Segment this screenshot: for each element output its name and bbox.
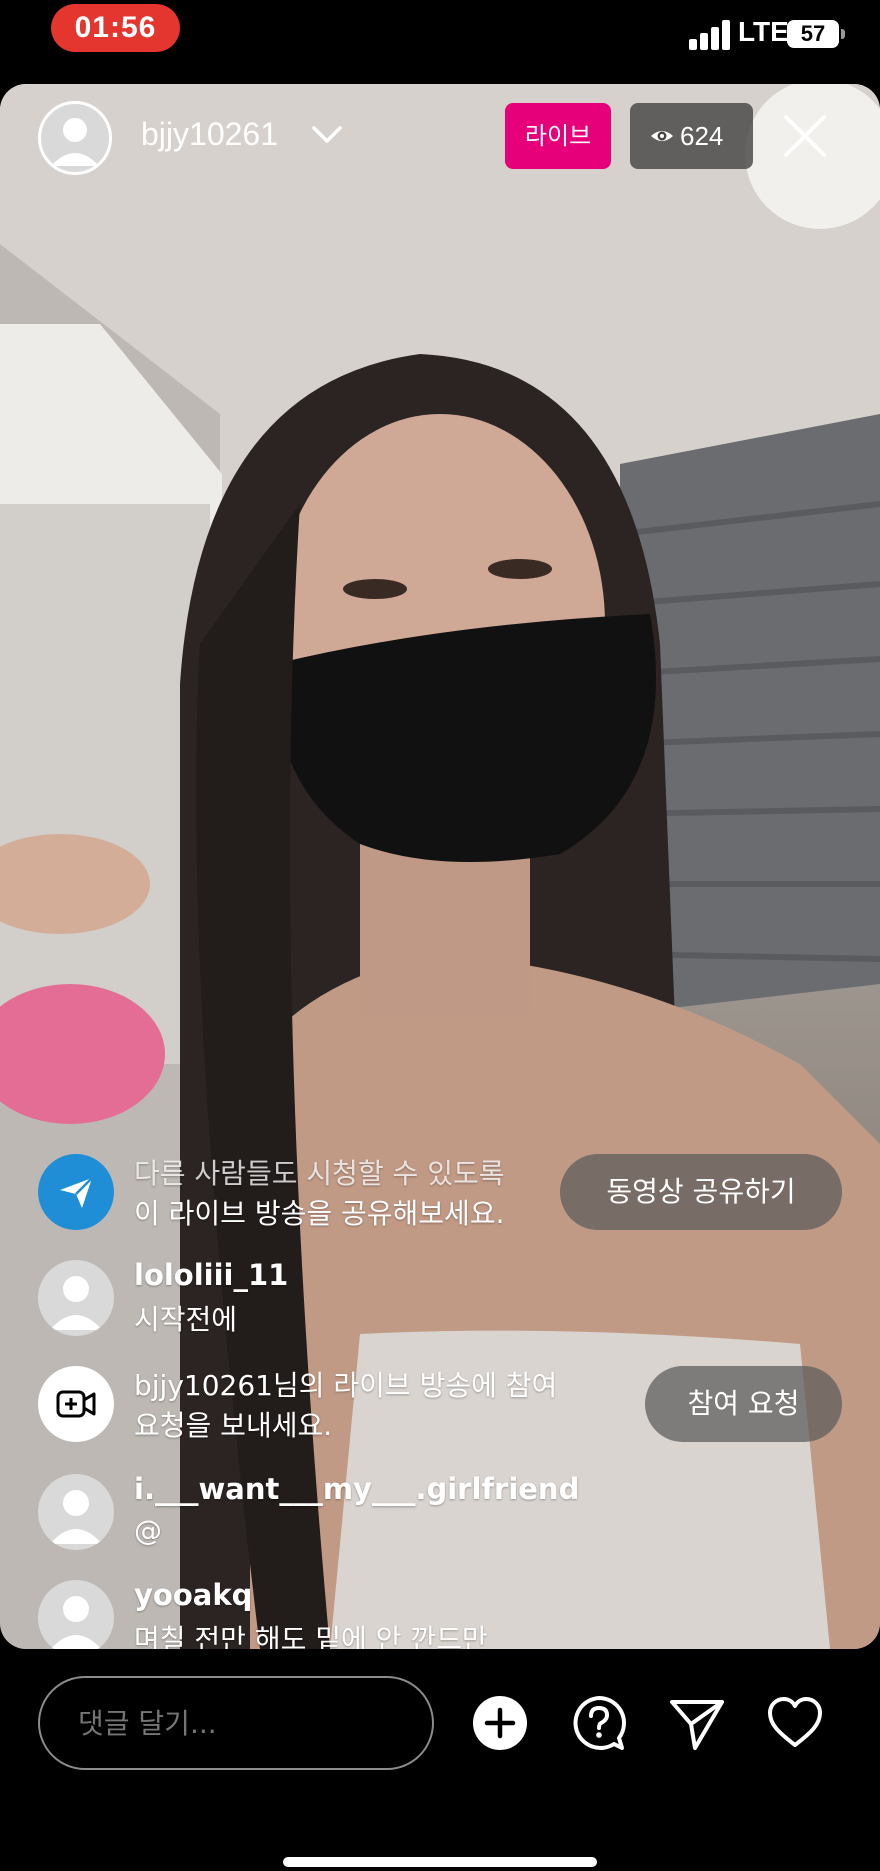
paper-plane-icon[interactable] — [668, 1694, 726, 1752]
comment-avatar[interactable] — [38, 1580, 114, 1650]
chevron-down-icon[interactable] — [311, 124, 343, 146]
close-icon[interactable] — [782, 113, 828, 159]
video-camera-add-icon — [56, 1390, 96, 1418]
heart-icon[interactable] — [766, 1694, 824, 1752]
share-prompt-line1: 다른 사람들도 시청할 수 있도록 — [134, 1157, 505, 1190]
comment-username[interactable]: i.___want___my___.girlfriend — [134, 1472, 579, 1506]
comment-text: 시작전에 — [134, 1303, 238, 1336]
join-prompt: bjjy10261님의 라이브 방송에 참여 요청을 보내세요. 참여 요청 — [0, 1366, 880, 1446]
viewer-count: 624 — [680, 121, 724, 151]
status-bar: 01:56 LTE 57 — [0, 0, 880, 80]
eye-icon — [651, 131, 673, 142]
share-video-button[interactable]: 동영상 공유하기 — [560, 1154, 842, 1230]
question-bubble-icon[interactable] — [570, 1694, 628, 1752]
comment-item: i.___want___my___.girlfriend @ — [0, 1472, 880, 1554]
comment-item: lololiii_11 시작전에 — [0, 1258, 880, 1340]
comment-avatar[interactable] — [38, 1474, 114, 1550]
comment-input[interactable] — [38, 1676, 434, 1770]
home-indicator[interactable] — [283, 1857, 597, 1867]
host-avatar[interactable] — [38, 101, 112, 175]
status-time: 01:56 — [51, 4, 180, 52]
battery-icon: 57 — [787, 20, 839, 48]
network-type: LTE — [738, 16, 789, 47]
host-username[interactable]: bjjy10261 — [141, 116, 278, 153]
join-prompt-line1: bjjy10261님의 라이브 방송에 참여 — [134, 1369, 558, 1402]
comment-text: 며칠 전만 해도 밑에 안 깐드만 — [134, 1623, 488, 1650]
comment-text: @ — [134, 1514, 162, 1547]
comment-avatar[interactable] — [38, 1260, 114, 1336]
battery-nub — [841, 29, 845, 39]
join-prompt-icon — [38, 1366, 114, 1442]
join-prompt-line2: 요청을 보내세요. — [134, 1409, 333, 1442]
live-badge: 라이브 — [505, 103, 611, 169]
cellular-signal-icon — [689, 20, 733, 50]
join-request-button[interactable]: 참여 요청 — [645, 1366, 842, 1442]
comment-username[interactable]: yooakq — [134, 1580, 252, 1612]
comment-item: yooakq 며칠 전만 해도 밑에 안 깐드만 — [0, 1580, 880, 1650]
plus-circle-icon[interactable] — [471, 1694, 529, 1752]
share-prompt-line2: 이 라이브 방송을 공유해보세요. — [134, 1197, 505, 1230]
viewer-count-badge: 624 — [630, 103, 753, 169]
paper-plane-icon — [60, 1177, 93, 1208]
share-prompt: 다른 사람들도 시청할 수 있도록 이 라이브 방송을 공유해보세요. 동영상 … — [0, 1154, 880, 1234]
share-prompt-icon — [38, 1154, 114, 1230]
comment-username[interactable]: lololiii_11 — [134, 1258, 288, 1292]
